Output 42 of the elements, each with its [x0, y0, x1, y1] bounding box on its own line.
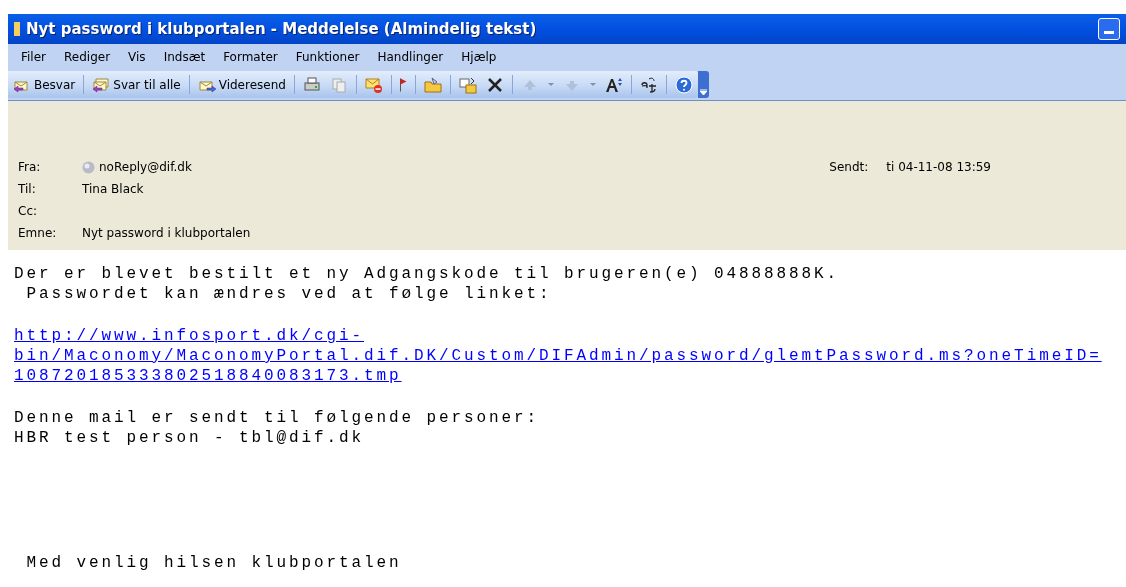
copy-icon: [329, 75, 348, 94]
field-label: Fra:: [18, 159, 42, 176]
field-label: Sendt:: [829, 159, 869, 176]
toolbar-button[interactable]: Besvar: [10, 73, 79, 96]
toolbar-button[interactable]: Videresend: [194, 73, 289, 96]
caret-icon: [547, 83, 554, 86]
menu-item[interactable]: Vis: [119, 49, 155, 64]
menu-item[interactable]: Handlinger: [368, 49, 453, 64]
field-label: Til:: [18, 181, 37, 198]
message-paragraph: Denne mail er sendt til følgende personer: HBR test person - tbl@dif.dk: [14, 408, 541, 448]
message-paragraph: Der er blevet bestilt et ny Adgangskode til brugeren(e) 04888888K. Passwordet kan ændres ved at følge linket:: [14, 264, 841, 304]
minimize-icon: [1104, 31, 1114, 34]
menu-item[interactable]: Indsæt: [154, 49, 215, 64]
sender-address: noReply@dif.dk: [99, 159, 192, 176]
toolbar-options-button[interactable]: [697, 71, 709, 98]
reply-all-icon: [92, 75, 111, 94]
delete-icon: [485, 75, 504, 94]
flag-icon: [399, 77, 407, 92]
menu-item[interactable]: Funktioner: [286, 49, 369, 64]
menu-item[interactable]: Rediger: [55, 49, 120, 64]
minimize-button[interactable]: [1098, 18, 1120, 40]
field-label: Cc:: [18, 203, 39, 220]
contact-status-icon: [82, 161, 95, 174]
caret-icon: [699, 89, 707, 95]
field-label: Emne:: [18, 225, 58, 242]
caret-icon: [589, 83, 596, 86]
field-value: Tina Black: [82, 181, 144, 198]
translate-icon: [639, 75, 658, 94]
print-icon: [302, 75, 321, 94]
help-icon: [674, 75, 693, 94]
password-link[interactable]: http://www.infosport.dk/cgi- bin/Maconomy/MaconomyPortal.dif.DK/Custom/DIFAdmin/password/glemtPassword.ms?oneTimeID= 108720185333802518840083173.tmp: [14, 326, 1120, 386]
toolbar-button[interactable]: Svar til alle: [89, 73, 184, 96]
field-value: Nyt password i klubportalen: [82, 225, 251, 242]
menu-item[interactable]: Formater: [214, 49, 287, 64]
menu-item[interactable]: Hjælp: [452, 49, 506, 64]
window-title: Nyt password i klubportalen - Meddelelse (Almindelig tekst): [26, 20, 538, 38]
sent-date: ti 04-11-08 13:59: [886, 159, 991, 176]
menu-item[interactable]: Filer: [12, 49, 55, 64]
folder-icon: [423, 75, 442, 94]
move-icon: [458, 75, 477, 94]
message-paragraph: Med venlig hilsen klubportalen: [25, 553, 403, 573]
envelope-block-icon: [364, 75, 383, 94]
